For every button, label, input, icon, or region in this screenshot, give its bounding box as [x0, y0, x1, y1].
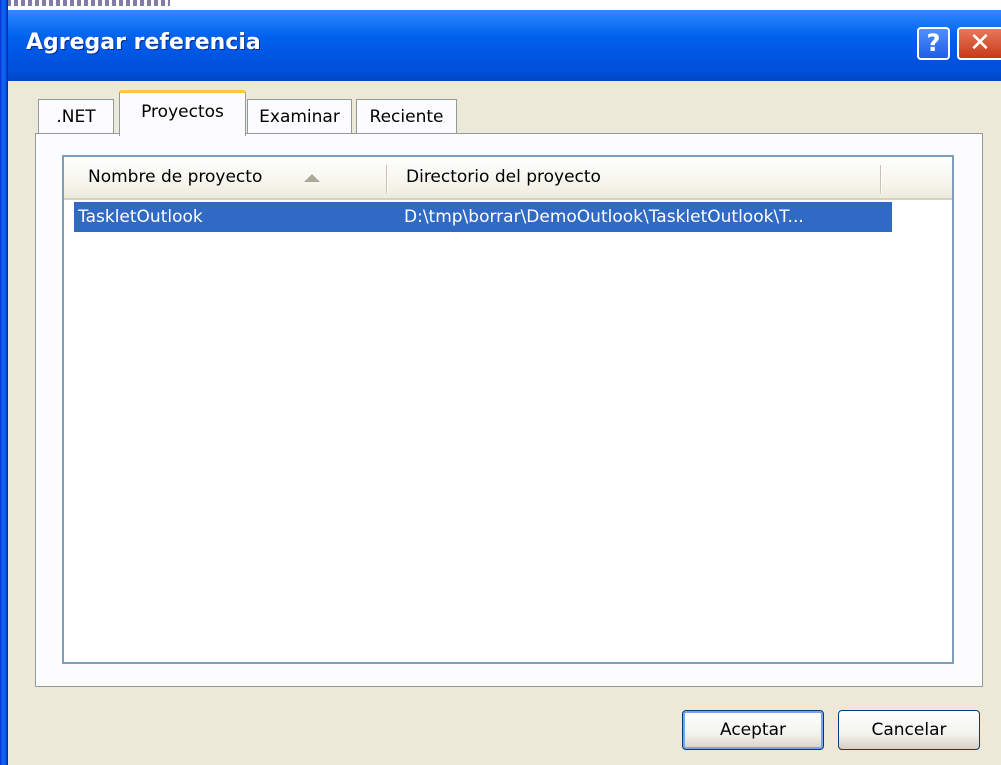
- sort-ascending-icon: [304, 174, 320, 182]
- tab-examinar[interactable]: Examinar: [247, 99, 352, 134]
- help-button[interactable]: ?: [917, 27, 950, 60]
- tab-reciente[interactable]: Reciente: [356, 99, 457, 134]
- close-button[interactable]: ✕: [957, 27, 1001, 60]
- background-text-fragment: [0, 0, 170, 6]
- column-header-label: Directorio del proyecto: [406, 167, 601, 187]
- list-row-selected[interactable]: TaskletOutlook D:\tmp\borrar\DemoOutlook…: [74, 202, 892, 232]
- tab-net[interactable]: .NET: [38, 99, 114, 134]
- column-header-project-directory[interactable]: Directorio del proyecto: [388, 157, 882, 198]
- list-header: Nombre de proyecto Directorio del proyec…: [64, 157, 952, 200]
- dialog-title: Agregar referencia: [26, 30, 261, 55]
- cancel-button[interactable]: Cancelar: [838, 710, 980, 750]
- window-frame-left: [0, 0, 8, 765]
- add-reference-dialog: Agregar referencia ? ✕ .NET Proyectos Ex…: [0, 0, 1001, 765]
- tab-proyectos[interactable]: Proyectos: [119, 90, 246, 136]
- accept-button[interactable]: Aceptar: [682, 710, 824, 750]
- project-list[interactable]: Nombre de proyecto Directorio del proyec…: [62, 155, 954, 664]
- column-header-label: Nombre de proyecto: [88, 167, 263, 187]
- title-bar[interactable]: Agregar referencia ? ✕: [0, 0, 1001, 81]
- project-directory-cell: D:\tmp\borrar\DemoOutlook\TaskletOutlook…: [404, 207, 804, 227]
- column-divider[interactable]: [880, 165, 882, 193]
- project-name-cell: TaskletOutlook: [78, 207, 203, 227]
- column-header-project-name[interactable]: Nombre de proyecto: [70, 157, 388, 198]
- background-strip: [0, 0, 1001, 10]
